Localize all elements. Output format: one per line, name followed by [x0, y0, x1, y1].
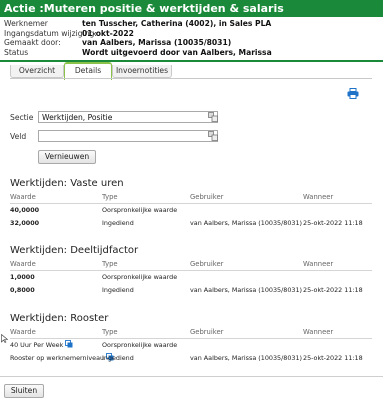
info-label: Status: [4, 47, 29, 57]
mouse-cursor-icon: [1, 334, 8, 343]
table-header: Waarde Type Gebruiker Wanneer: [10, 327, 372, 339]
col-waarde: Waarde: [10, 260, 36, 268]
cell-waarde-text: 40 Uur Per Week: [10, 341, 64, 349]
cell-gebruiker: van Aalbers, Marissa (10035/8031): [190, 354, 303, 362]
cell-waarde: 1,0000: [10, 273, 35, 281]
table-row: 1,0000 Oorspronkelijke waarde: [10, 271, 372, 284]
table-header: Waarde Type Gebruiker Wanneer: [10, 259, 372, 271]
sectie-input[interactable]: [38, 111, 218, 123]
info-value: ten Tusscher, Catherina (4002), in Sales…: [82, 19, 272, 28]
section-title: Werktijden: Deeltijdfactor: [10, 245, 139, 256]
col-waarde: Waarde: [10, 193, 36, 201]
footer-divider: [0, 376, 383, 377]
header-info: Werknemer ten Tusscher, Catherina (4002)…: [4, 19, 379, 57]
table-row: 0,8000 Ingediend van Aalbers, Marissa (1…: [10, 284, 372, 297]
info-label: Werknemer: [4, 19, 48, 28]
cell-gebruiker: van Aalbers, Marissa (10035/8031): [190, 219, 303, 227]
col-wanneer: Wanneer: [303, 328, 334, 336]
window-title: Actie :Muteren positie & werktijden & sa…: [0, 0, 383, 17]
cell-waarde: 40 Uur Per Week: [10, 339, 73, 352]
col-gebruiker: Gebruiker: [190, 193, 224, 201]
close-button[interactable]: Sluiten: [4, 384, 44, 398]
table-row: Rooster op werknemerniveau Ingediend van…: [10, 352, 372, 365]
cell-type: Oorspronkelijke waarde: [102, 206, 178, 214]
info-row-gemaakt-door: Gemaakt door: van Aalbers, Marissa (1003…: [4, 38, 379, 48]
info-value: Wordt uitgevoerd door van Aalbers, Maris…: [82, 47, 272, 57]
cell-type: Oorspronkelijke waarde: [102, 341, 178, 349]
table-header: Waarde Type Gebruiker Wanneer: [10, 192, 372, 204]
cell-waarde: 0,8000: [10, 286, 35, 294]
section-rooster: Werktijden: Rooster Waarde Type Gebruike…: [10, 313, 372, 365]
section-title: Werktijden: Vaste uren: [10, 178, 124, 189]
info-label: Gemaakt door:: [4, 38, 61, 47]
printer-icon[interactable]: [347, 88, 359, 99]
col-wanneer: Wanneer: [303, 260, 334, 268]
section-deeltijdfactor: Werktijden: Deeltijdfactor Waarde Type G…: [10, 245, 372, 297]
table-row: 32,0000 Ingediend van Aalbers, Marissa (…: [10, 217, 372, 230]
table-row: 40 Uur Per Week Oorspronkelijke waarde: [10, 339, 372, 352]
section-title: Werktijden: Rooster: [10, 313, 109, 324]
col-type: Type: [102, 328, 118, 336]
col-gebruiker: Gebruiker: [190, 328, 224, 336]
info-value: 01-okt-2022: [82, 28, 134, 38]
veld-input[interactable]: [38, 130, 218, 142]
veld-label: Veld: [10, 132, 27, 141]
info-row-werknemer: Werknemer ten Tusscher, Catherina (4002)…: [4, 19, 379, 29]
cell-waarde-text: Rooster op werknemerniveau: [10, 354, 105, 362]
table-row: 40,0000 Oorspronkelijke waarde: [10, 204, 372, 217]
col-gebruiker: Gebruiker: [190, 260, 224, 268]
tab-divider: [10, 78, 372, 79]
info-row-status: Status Wordt uitgevoerd door van Aalbers…: [4, 48, 379, 58]
tab-overzicht[interactable]: Overzicht: [10, 65, 64, 78]
cell-wanneer: 25-okt-2022 11:18: [303, 219, 363, 227]
col-type: Type: [102, 193, 118, 201]
cell-type: Ingediend: [102, 219, 134, 227]
info-label: Ingangsdatum wijziging:: [4, 28, 97, 38]
section-vaste-uren: Werktijden: Vaste uren Waarde Type Gebru…: [10, 178, 372, 230]
header-divider: [0, 60, 383, 62]
cell-type: Ingediend: [102, 286, 134, 294]
cell-type: Ingediend: [102, 354, 134, 362]
lookup-icon[interactable]: [208, 131, 218, 141]
sectie-label: Sectie: [10, 113, 34, 122]
col-waarde: Waarde: [10, 328, 36, 336]
cell-waarde: 32,0000: [10, 219, 40, 227]
col-wanneer: Wanneer: [303, 193, 334, 201]
info-row-ingangsdatum: Ingangsdatum wijziging: 01-okt-2022: [4, 29, 379, 39]
cell-type: Oorspronkelijke waarde: [102, 273, 178, 281]
copy-icon[interactable]: [65, 340, 73, 348]
cell-wanneer: 25-okt-2022 11:18: [303, 286, 363, 294]
refresh-button[interactable]: Vernieuwen: [38, 150, 96, 164]
info-value: van Aalbers, Marissa (10035/8031): [82, 38, 232, 47]
cell-waarde: 40,0000: [10, 206, 40, 214]
col-type: Type: [102, 260, 118, 268]
cell-gebruiker: van Aalbers, Marissa (10035/8031): [190, 286, 303, 294]
lookup-icon[interactable]: [208, 112, 218, 122]
cell-wanneer: 25-okt-2022 11:18: [303, 354, 363, 362]
cell-waarde: Rooster op werknemerniveau: [10, 352, 114, 365]
tab-invoernotities[interactable]: Invoernotities: [112, 65, 172, 78]
